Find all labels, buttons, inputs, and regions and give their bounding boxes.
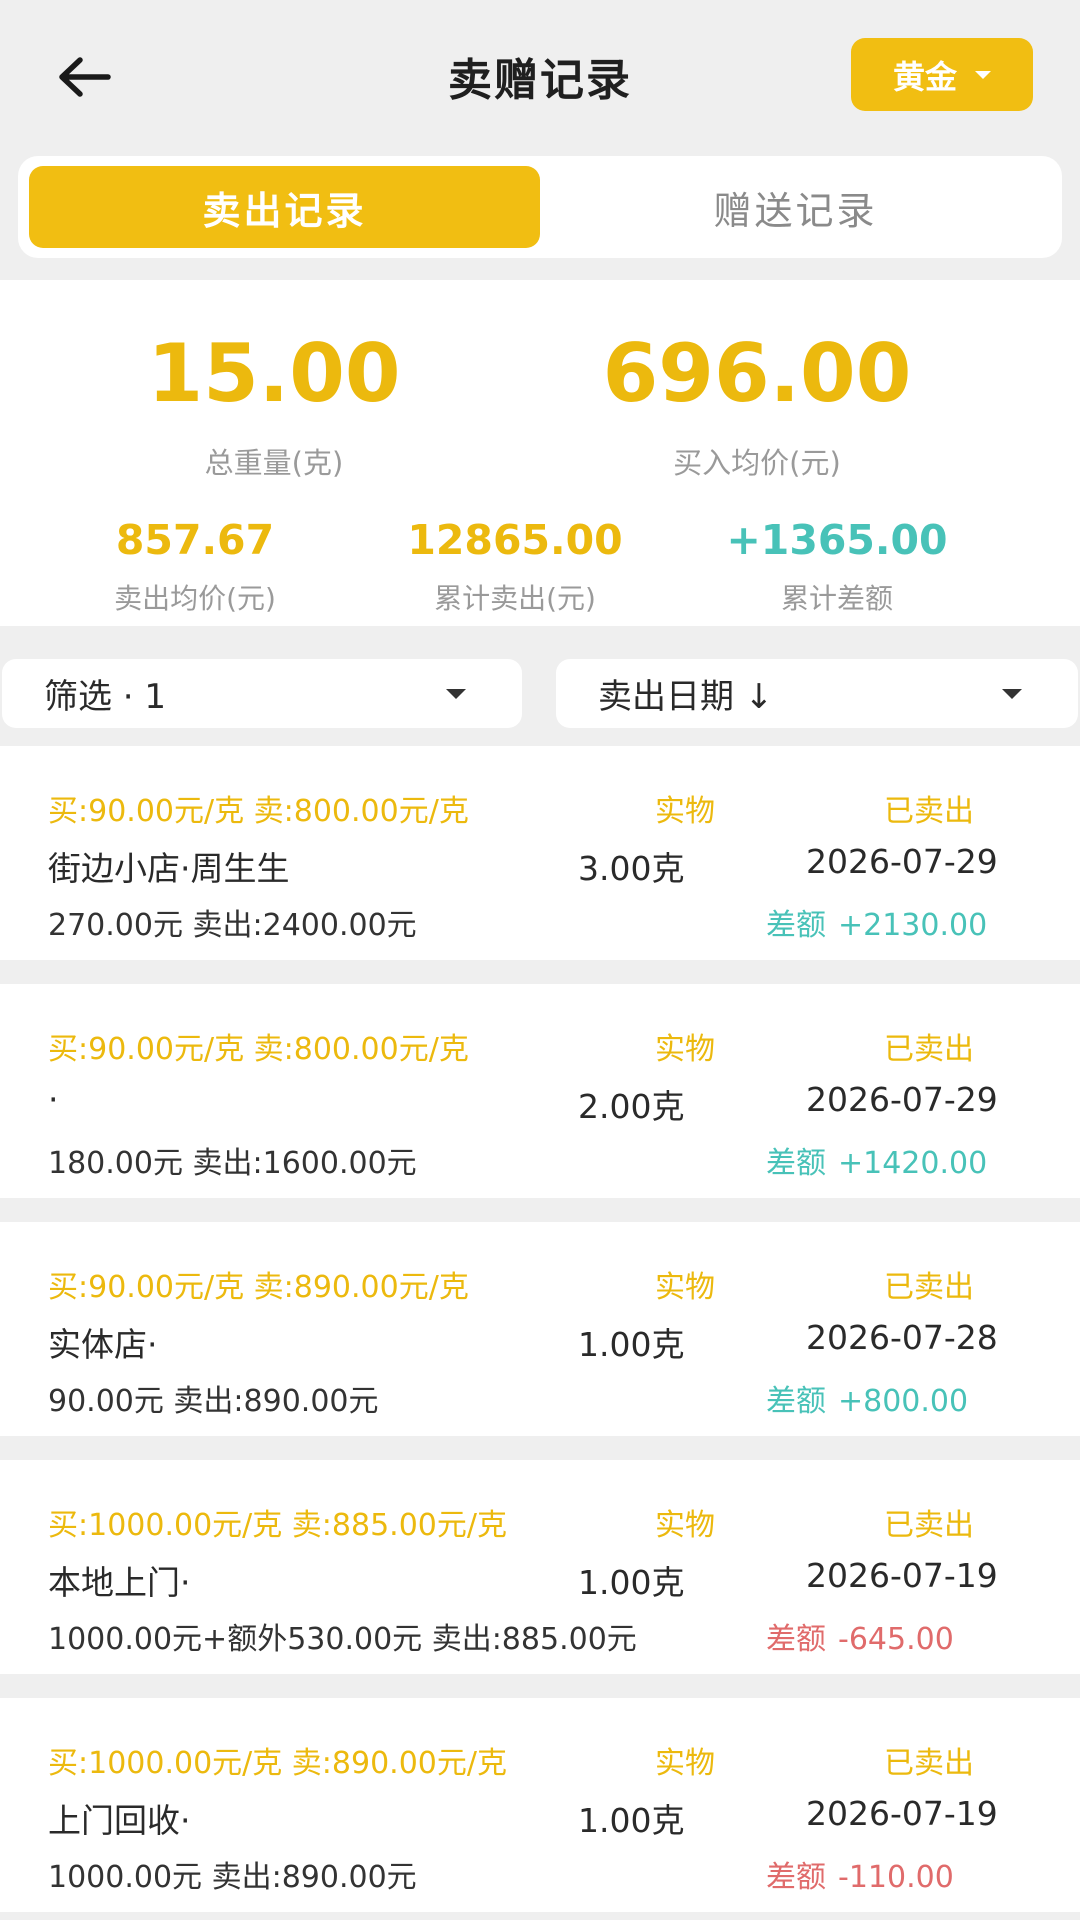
total-sold-value: 12865.00 — [407, 516, 623, 564]
record-diff-value: +2130.00 — [838, 908, 988, 943]
record-date: 2026-07-19 — [806, 1556, 998, 1595]
record-price-line: 买:90.00元/克 卖:890.00元/克 — [48, 1270, 469, 1305]
record-date: 2026-07-29 — [806, 842, 998, 881]
record-diff-value: -645.00 — [838, 1622, 954, 1657]
record-diff: 差额 -645.00 — [766, 1614, 954, 1658]
app-header: 卖赠记录 黄金 — [0, 0, 1080, 150]
record-weight: 1.00克 — [578, 1325, 685, 1364]
record-status: 已卖出 — [884, 1032, 974, 1067]
record-name: · — [48, 1080, 59, 1119]
record-diff: 差额 +800.00 — [766, 1376, 968, 1420]
record-type: 实物 — [655, 794, 715, 829]
record-weight: 1.00克 — [578, 1801, 685, 1840]
back-button[interactable] — [50, 42, 120, 112]
record-status: 已卖出 — [884, 1746, 974, 1781]
record-diff: 差额 +2130.00 — [766, 900, 987, 944]
record-type: 实物 — [655, 1270, 715, 1305]
record-amounts: 1000.00元+额外530.00元 卖出:885.00元 — [48, 1622, 637, 1657]
tab-gift-records[interactable]: 赠送记录 — [540, 166, 1051, 248]
avg-sell-price-stat: 857.67 卖出均价(元) — [30, 520, 360, 617]
filter-dropdown[interactable]: 筛选 · 1 — [2, 659, 522, 728]
record-tabs: 卖出记录 赠送记录 — [18, 156, 1062, 258]
total-diff-label: 累计差额 — [780, 582, 893, 615]
arrow-left-icon — [59, 57, 111, 97]
record-weight: 2.00克 — [578, 1087, 685, 1126]
record-diff-label: 差额 — [766, 1622, 826, 1657]
total-diff-stat: +1365.00 累计差额 — [672, 520, 1002, 617]
record-type: 实物 — [655, 1508, 715, 1543]
record-weight: 3.00克 — [578, 849, 685, 888]
record-diff-value: -110.00 — [838, 1860, 954, 1895]
record-diff-value: +800.00 — [838, 1384, 969, 1419]
caret-down-icon — [446, 689, 466, 699]
record-diff: 差额 -110.00 — [766, 1852, 954, 1896]
record-price-line: 买:90.00元/克 卖:800.00元/克 — [48, 1032, 469, 1067]
record-price-line: 买:1000.00元/克 卖:890.00元/克 — [48, 1746, 507, 1781]
record-price-line: 买:90.00元/克 卖:800.00元/克 — [48, 794, 469, 829]
summary-panel: 15.00 总重量(克) 696.00 买入均价(元) 857.67 卖出均价(… — [0, 280, 1080, 626]
record-name: 实体店· — [48, 1325, 158, 1364]
record-weight: 1.00克 — [578, 1563, 685, 1602]
avg-sell-price-value: 857.67 — [115, 516, 275, 564]
caret-down-icon — [975, 70, 991, 79]
sort-label: 卖出日期 ↓ — [598, 677, 774, 717]
sell-record-item[interactable]: 买:1000.00元/克 卖:890.00元/克 实物 已卖出 上门回收· 1.… — [0, 1698, 1080, 1912]
record-diff: 差额 +1420.00 — [766, 1138, 987, 1182]
record-amounts: 1000.00元 卖出:890.00元 — [48, 1860, 417, 1895]
total-weight-stat: 15.00 总重量(克) — [94, 334, 454, 482]
total-weight-label: 总重量(克) — [204, 446, 344, 480]
record-status: 已卖出 — [884, 794, 974, 829]
record-amounts: 180.00元 卖出:1600.00元 — [48, 1146, 417, 1181]
sell-record-item[interactable]: 买:90.00元/克 卖:800.00元/克 实物 已卖出 · 2.00克 20… — [0, 984, 1080, 1198]
record-name: 本地上门· — [48, 1563, 191, 1602]
metal-type-label: 黄金 — [892, 57, 957, 96]
avg-buy-price-stat: 696.00 买入均价(元) — [577, 334, 937, 482]
record-status: 已卖出 — [884, 1508, 974, 1543]
total-sold-stat: 12865.00 累计卖出(元) — [350, 520, 680, 617]
record-date: 2026-07-19 — [806, 1794, 998, 1833]
avg-sell-price-label: 卖出均价(元) — [114, 582, 276, 615]
filter-label: 筛选 · 1 — [44, 677, 167, 717]
record-diff-label: 差额 — [766, 908, 826, 943]
record-name: 街边小店·周生生 — [48, 849, 290, 888]
record-type: 实物 — [655, 1032, 715, 1067]
record-diff-label: 差额 — [766, 1860, 826, 1895]
record-name: 上门回收· — [48, 1801, 191, 1840]
record-price-line: 买:1000.00元/克 卖:885.00元/克 — [48, 1508, 507, 1543]
sort-dropdown[interactable]: 卖出日期 ↓ — [556, 659, 1078, 728]
caret-down-icon — [1002, 689, 1022, 699]
record-diff-value: +1420.00 — [838, 1146, 988, 1181]
tab-sell-records[interactable]: 卖出记录 — [29, 166, 540, 248]
record-date: 2026-07-29 — [806, 1080, 998, 1119]
record-amounts: 270.00元 卖出:2400.00元 — [48, 908, 417, 943]
total-sold-label: 累计卖出(元) — [434, 582, 596, 615]
record-date: 2026-07-28 — [806, 1318, 998, 1357]
record-amounts: 90.00元 卖出:890.00元 — [48, 1384, 379, 1419]
avg-buy-price-label: 买入均价(元) — [673, 446, 841, 480]
record-diff-label: 差额 — [766, 1146, 826, 1181]
record-status: 已卖出 — [884, 1270, 974, 1305]
total-diff-value: +1365.00 — [726, 516, 948, 564]
sell-record-item[interactable]: 买:90.00元/克 卖:890.00元/克 实物 已卖出 实体店· 1.00克… — [0, 1222, 1080, 1436]
avg-buy-price-value: 696.00 — [602, 327, 912, 420]
total-weight-value: 15.00 — [147, 327, 401, 420]
record-type: 实物 — [655, 1746, 715, 1781]
metal-type-dropdown[interactable]: 黄金 — [851, 38, 1033, 111]
record-diff-label: 差额 — [766, 1384, 826, 1419]
sell-record-item[interactable]: 买:90.00元/克 卖:800.00元/克 实物 已卖出 街边小店·周生生 3… — [0, 746, 1080, 960]
sell-record-item[interactable]: 买:1000.00元/克 卖:885.00元/克 实物 已卖出 本地上门· 1.… — [0, 1460, 1080, 1674]
